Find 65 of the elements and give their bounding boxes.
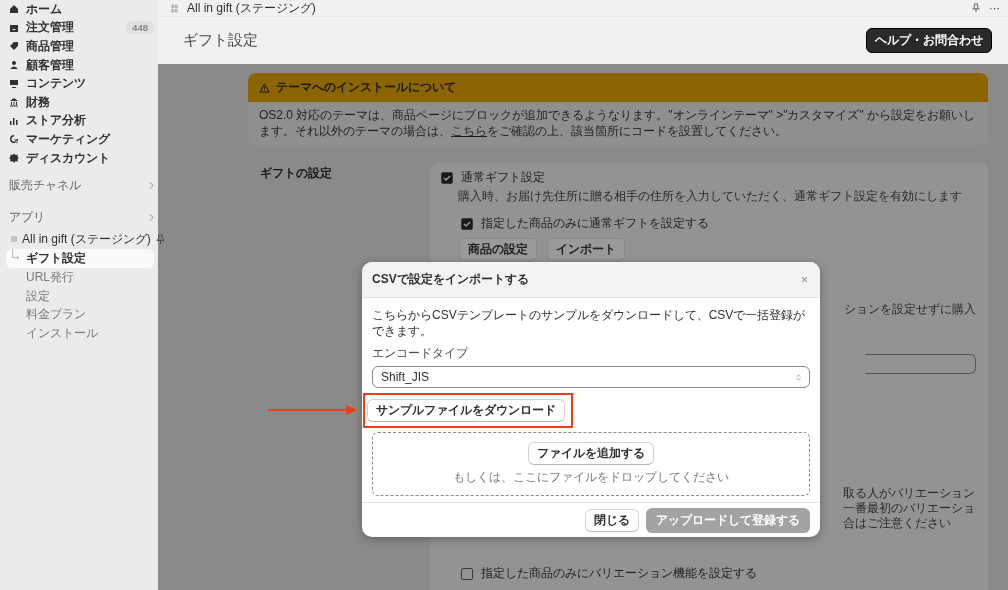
download-sample-button[interactable]: サンプルファイルをダウンロード (367, 399, 565, 422)
bank-icon (9, 97, 19, 108)
option-description: ションを設定せずに購入 (844, 301, 976, 318)
section-heading[interactable]: 販売チャネル (9, 176, 81, 194)
warning-icon (259, 82, 270, 93)
help-button[interactable]: ヘルプ・お問合わせ (866, 28, 992, 53)
monitor-icon (9, 78, 19, 89)
sub-nav-item[interactable]: 設定 (6, 286, 154, 306)
inbox-icon (9, 22, 19, 33)
page-title: ギフト設定 (183, 31, 258, 50)
add-file-button[interactable]: ファイルを追加する (528, 442, 654, 465)
secondary-button[interactable]: インポート (547, 238, 625, 261)
sub-nav-item[interactable]: インストール (6, 323, 154, 343)
bar-chart-icon (9, 115, 19, 126)
app-name[interactable]: All in gift (ステージング) (22, 230, 151, 248)
close-dialog-button[interactable]: 閉じる (585, 508, 639, 532)
checkbox[interactable] (461, 217, 473, 230)
banner-text: OS2.0 対応のテーマは、商品ページにブロックが追加できるようなります。"オンラインテーマ" >"カスタマイズ" から設定をお願いします。それ以外のテーマの場合は、こちら をご確認の上、該当箇所にコードを設置してください。 (258, 107, 977, 140)
option-description: 購入時、お届け先住所に贈る相手の住所を入力していただく、通常ギフト設定を有効にします (458, 188, 963, 205)
nav-item[interactable]: 顧客管理 (26, 56, 74, 74)
checkbox[interactable] (461, 567, 473, 580)
nav-item[interactable]: マーケティング (26, 130, 110, 148)
app-icon (171, 3, 178, 13)
nav-item[interactable]: 商品管理 (26, 38, 74, 55)
app-title: All in gift (ステージング) (187, 0, 316, 17)
sub-nav-item[interactable]: URL発行 (6, 267, 154, 287)
checkbox-label: 指定した商品のみに通常ギフトを設定する (481, 215, 709, 232)
section-heading[interactable]: アプリ (9, 208, 45, 226)
drop-hint: もしくは、ここにファイルをドロップしてください (453, 469, 729, 486)
nav-item[interactable]: 財務 (26, 93, 50, 111)
encoding-select[interactable]: Shift_JIS (372, 366, 810, 388)
more-button[interactable]: ··· (989, 2, 1000, 14)
option-description: 合はご注意ください (843, 516, 952, 531)
pin-icon[interactable] (972, 3, 980, 13)
home-icon (9, 4, 19, 15)
nav-item[interactable]: ホーム (26, 0, 62, 18)
nav-item[interactable]: 注文管理 (26, 19, 74, 37)
checkbox-label: 指定した商品のみにバリエーション機能を設定する (481, 565, 757, 582)
link[interactable]: こちら (451, 124, 487, 138)
nav-item[interactable]: コンテンツ (26, 75, 86, 93)
sub-nav-item[interactable]: 料金プラン (6, 305, 154, 324)
field-label: エンコードタイプ (372, 345, 470, 362)
tree-connector-icon (11, 249, 21, 262)
app-icon (11, 236, 17, 243)
person-icon (9, 60, 19, 71)
checkbox[interactable] (441, 171, 453, 184)
count-badge: 448 (126, 21, 154, 35)
nav-item[interactable]: ストア分析 (26, 112, 86, 130)
checkbox-label: 通常ギフト設定 (461, 169, 545, 186)
section-title: ギフトの設定 (259, 165, 333, 182)
gear-icon (9, 153, 19, 164)
nav-item[interactable]: ディスカウント (26, 149, 110, 167)
secondary-button[interactable]: 商品の設定 (459, 238, 537, 261)
file-drop-zone[interactable]: ファイルを追加する もしくは、ここにファイルをドロップしてください (372, 432, 810, 496)
arrow-icon (268, 405, 358, 415)
tag-icon (9, 41, 19, 52)
dialog-title: CSVで設定をインポートする (372, 271, 529, 288)
pin-icon[interactable] (155, 233, 165, 245)
sub-nav-item[interactable]: ギフト設定 (6, 249, 154, 268)
option-description: 一番最初のバリエーショ (843, 501, 975, 516)
select-arrows-icon (796, 372, 801, 382)
dialog-text: こちらからCSVテンプレートのサンプルをダウンロードして、CSVで一括登録ができます。 (372, 307, 807, 339)
option-description: 取る人がバリエーション (843, 486, 975, 501)
banner-title: テーマへのインストールについて (276, 79, 456, 96)
input-field[interactable] (865, 354, 976, 374)
